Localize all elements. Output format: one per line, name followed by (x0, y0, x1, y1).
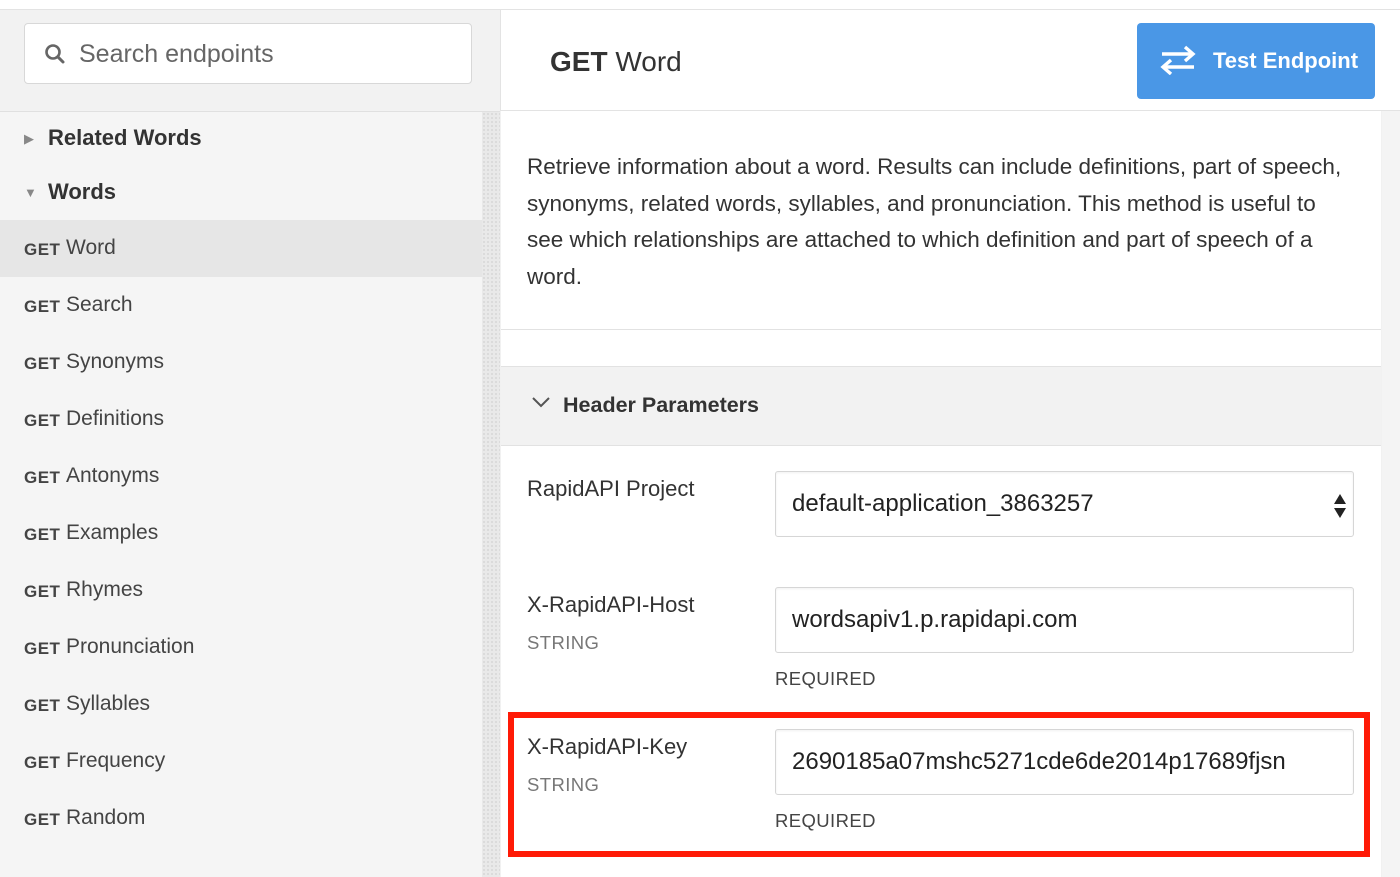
endpoint-description: Retrieve information about a word. Resul… (527, 154, 1342, 289)
endpoint-name: Syllables (66, 692, 151, 715)
sidebar: ▶ Related Words ▼ Words GET Word GET Sea… (0, 10, 500, 877)
sidebar-item-rhymes[interactable]: GET Rhymes (0, 562, 482, 619)
top-border (0, 0, 1400, 10)
method-label: GET (24, 468, 61, 487)
method-label: GET (24, 810, 61, 829)
host-input-value: wordsapiv1.p.rapidapi.com (792, 606, 1078, 633)
spacer-card (501, 330, 1381, 367)
method-label: GET (24, 582, 61, 601)
sidebar-item-antonyms[interactable]: GET Antonyms (0, 448, 482, 505)
endpoint-header: GET Word Test Endpoint (500, 10, 1400, 111)
section-title: Header Parameters (563, 393, 760, 417)
title-endpoint: Word (615, 46, 682, 77)
select-arrows-icon (1334, 494, 1346, 518)
param-type-key: STRING (527, 774, 600, 795)
sidebar-item-frequency[interactable]: GET Frequency (0, 733, 482, 790)
key-input-value: 2690185a07mshc5271cde6de2014p17689fjsn (792, 748, 1286, 775)
endpoint-name: Random (66, 806, 146, 829)
sidebar-item-pronunciation[interactable]: GET Pronunciation (0, 619, 482, 676)
search-box[interactable] (24, 23, 472, 84)
chevron-down-icon (532, 397, 550, 408)
param-type-host: STRING (527, 632, 600, 653)
project-select-value: default-application_3863257 (792, 490, 1094, 517)
group-label: Related Words (48, 125, 202, 150)
method-label: GET (24, 639, 61, 658)
param-label-host: X-RapidAPI-Host (527, 592, 695, 617)
project-select[interactable]: default-application_3863257 (775, 471, 1354, 537)
test-endpoint-label: Test Endpoint (1213, 48, 1359, 73)
group-label: Words (48, 179, 117, 204)
triangle-down-icon: ▼ (24, 185, 37, 200)
endpoint-name: Rhymes (66, 578, 144, 601)
endpoint-name: Antonyms (66, 464, 160, 487)
sidebar-item-random[interactable]: GET Random (0, 790, 482, 847)
search-input[interactable] (77, 32, 461, 76)
endpoint-name: Pronunciation (66, 635, 195, 658)
header-parameters-toggle[interactable]: Header Parameters (501, 367, 1381, 446)
param-label-key: X-RapidAPI-Key (527, 734, 688, 759)
sidebar-item-examples[interactable]: GET Examples (0, 505, 482, 562)
method-label: GET (24, 411, 61, 430)
host-input[interactable]: wordsapiv1.p.rapidapi.com (775, 587, 1354, 653)
endpoint-groups: ▶ Related Words ▼ Words GET Word GET Sea… (0, 112, 482, 847)
param-label-project: RapidAPI Project (527, 476, 695, 501)
triangle-right-icon: ▶ (24, 131, 34, 146)
method-label: GET (24, 354, 61, 373)
title-method: GET (550, 46, 608, 77)
search-area (0, 10, 500, 112)
main-content: Retrieve information about a word. Resul… (500, 111, 1382, 877)
sidebar-item-definitions[interactable]: GET Definitions (0, 391, 482, 448)
sidebar-scrollbar[interactable] (482, 112, 500, 877)
required-label-key: REQUIRED (775, 810, 876, 831)
header-parameters: RapidAPI Project default-application_386… (501, 446, 1381, 877)
page-title: GET Word (550, 46, 682, 78)
sidebar-item-search[interactable]: GET Search (0, 277, 482, 334)
sidebar-item-synonyms[interactable]: GET Synonyms (0, 334, 482, 391)
method-label: GET (24, 297, 61, 316)
group-related-words[interactable]: ▶ Related Words (0, 112, 482, 166)
endpoint-name: Word (66, 236, 116, 259)
search-icon (45, 44, 65, 64)
endpoint-name: Search (66, 293, 133, 316)
group-words[interactable]: ▼ Words (0, 166, 482, 220)
endpoint-name: Definitions (66, 407, 165, 430)
key-input[interactable]: 2690185a07mshc5271cde6de2014p17689fjsn (775, 729, 1354, 795)
endpoint-name: Examples (66, 521, 159, 544)
endpoint-name: Frequency (66, 749, 166, 772)
description-card: Retrieve information about a word. Resul… (501, 111, 1381, 330)
method-label: GET (24, 753, 61, 772)
swap-arrows-icon (1160, 45, 1196, 75)
sidebar-item-word[interactable]: GET Word (0, 220, 482, 277)
test-endpoint-button[interactable]: Test Endpoint (1137, 23, 1375, 99)
sidebar-item-syllables[interactable]: GET Syllables (0, 676, 482, 733)
endpoint-name: Synonyms (66, 350, 165, 373)
method-label: GET (24, 696, 61, 715)
method-label: GET (24, 525, 61, 544)
method-label: GET (24, 240, 61, 259)
required-label-host: REQUIRED (775, 668, 876, 689)
main-scrollbar[interactable] (1382, 111, 1400, 877)
